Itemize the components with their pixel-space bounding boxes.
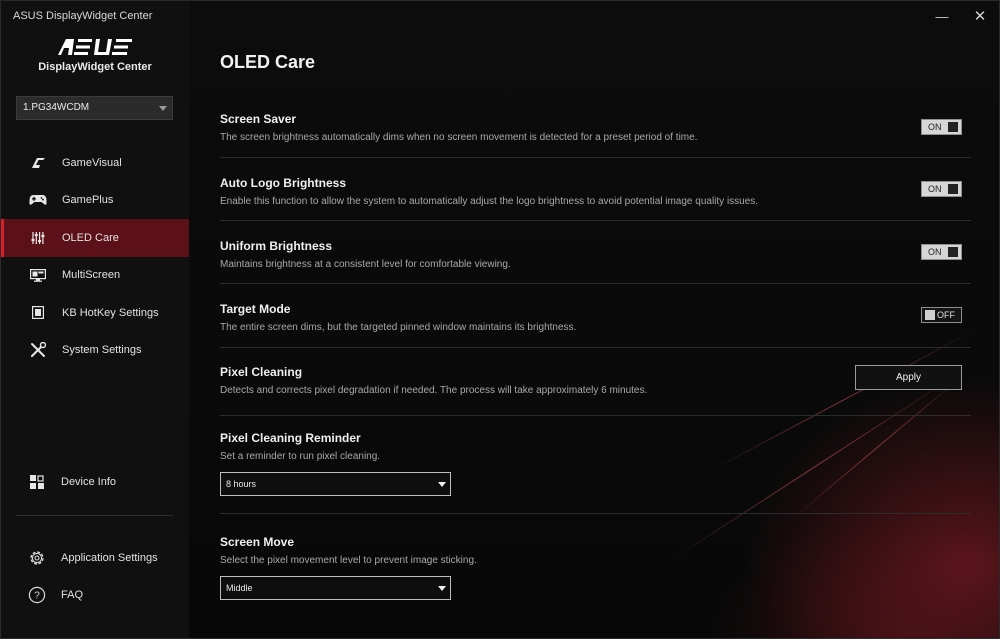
sidebar: DisplayWidget Center 1.PG34WCDM GameVisu… — [1, 1, 189, 638]
screen-saver-row: Screen Saver The screen brightness autom… — [220, 112, 971, 143]
pixel-cleaning-apply-button[interactable]: Apply — [855, 365, 962, 390]
uniform-brightness-label: Uniform Brightness — [220, 239, 333, 253]
screen-move-label: Screen Move — [220, 535, 295, 549]
sidebar-item-faq[interactable]: ? FAQ — [1, 577, 189, 613]
toggle-knob — [948, 122, 958, 132]
toggle-state: ON — [928, 184, 942, 194]
target-mode-label: Target Mode — [220, 302, 291, 316]
device-info-icon — [27, 473, 47, 491]
screen-saver-label: Screen Saver — [220, 112, 297, 126]
window-title: ASUS DisplayWidget Center — [13, 10, 153, 22]
sidebar-footer: Application Settings ? FAQ — [1, 540, 189, 613]
sidebar-item-label: GamePlus — [62, 194, 114, 207]
select-value: Middle — [226, 583, 253, 593]
sidebar-item-label: Device Info — [61, 476, 117, 488]
sidebar-item-label: OLED Care — [62, 231, 119, 244]
target-mode-row: Target Mode The entire screen dims, but … — [220, 302, 971, 333]
question-icon: ? — [27, 586, 47, 604]
window-controls: — ✕ — [923, 1, 999, 31]
sidebar-item-multiscreen[interactable]: MultiScreen — [1, 257, 189, 295]
brand-logo: DisplayWidget Center — [1, 39, 189, 73]
sidebar-item-device-info[interactable]: Device Info — [1, 464, 189, 500]
chevron-down-icon — [438, 482, 446, 487]
select-value: 8 hours — [226, 479, 257, 489]
gamepad-icon — [28, 192, 48, 208]
sidebar-item-kb-hotkey-settings[interactable]: KB HotKey Settings — [1, 294, 189, 332]
multiscreen-icon — [28, 267, 48, 283]
sidebar-item-label: Application Settings — [61, 552, 158, 564]
sidebar-divider — [16, 515, 173, 516]
pixel-cleaning-reminder-select[interactable]: 8 hours — [220, 472, 451, 496]
sidebar-item-label: FAQ — [61, 589, 84, 601]
toggle-knob — [925, 310, 935, 320]
row-divider — [220, 415, 971, 416]
row-divider — [220, 157, 971, 158]
auto-logo-brightness-label: Auto Logo Brightness — [220, 176, 346, 190]
chevron-down-icon — [159, 106, 167, 111]
pixel-cleaning-row: Pixel Cleaning Detects and corrects pixe… — [220, 365, 971, 396]
sidebar-nav: GameVisual GamePlus OLED Care MultiScree… — [1, 144, 189, 369]
sidebar-item-label: System Settings — [62, 344, 142, 357]
sidebar-item-label: GameVisual — [62, 156, 122, 169]
uniform-brightness-desc: Maintains brightness at a consistent lev… — [220, 259, 511, 270]
gamevisual-icon — [28, 155, 48, 171]
gear-icon — [27, 549, 47, 567]
toggle-knob — [948, 184, 958, 194]
sidebar-item-gameplus[interactable]: GamePlus — [1, 182, 189, 220]
page-title: OLED Care — [220, 52, 316, 72]
sliders-icon — [28, 230, 48, 246]
monitor-select-value: 1.PG34WCDM — [23, 102, 90, 113]
row-divider — [220, 220, 971, 221]
screen-move-row: Screen Move Select the pixel movement le… — [220, 535, 971, 566]
sidebar-item-system-settings[interactable]: System Settings — [1, 332, 189, 370]
pixel-cleaning-reminder-row: Pixel Cleaning Reminder Set a reminder t… — [220, 431, 971, 462]
sidebar-item-oled-care[interactable]: OLED Care — [1, 219, 189, 257]
sidebar-item-application-settings[interactable]: Application Settings — [1, 540, 189, 576]
uniform-brightness-toggle[interactable]: ON — [921, 244, 962, 260]
auto-logo-brightness-toggle[interactable]: ON — [921, 181, 962, 197]
toggle-state: ON — [928, 247, 942, 257]
toggle-knob — [948, 247, 958, 257]
screen-move-desc: Select the pixel movement level to preve… — [220, 555, 477, 566]
sidebar-item-label: KB HotKey Settings — [62, 306, 159, 319]
title-bar: ASUS DisplayWidget Center — ✕ — [1, 1, 999, 31]
target-mode-toggle[interactable]: OFF — [921, 307, 962, 323]
app-window: DisplayWidget Center 1.PG34WCDM GameVisu… — [0, 0, 1000, 639]
device-info-section: Device Info — [1, 464, 189, 500]
close-icon[interactable]: ✕ — [961, 1, 999, 31]
row-divider — [220, 513, 971, 514]
sidebar-item-gamevisual[interactable]: GameVisual — [1, 144, 189, 182]
screen-move-select[interactable]: Middle — [220, 576, 451, 600]
keyboard-hotkey-icon — [28, 305, 48, 321]
uniform-brightness-row: Uniform Brightness Maintains brightness … — [220, 239, 971, 270]
brand-subtitle: DisplayWidget Center — [38, 61, 152, 73]
main-content: OLED Care Screen Saver The screen bright… — [189, 1, 999, 638]
auto-logo-brightness-row: Auto Logo Brightness Enable this functio… — [220, 176, 971, 207]
wrench-screwdriver-icon — [28, 342, 48, 358]
svg-text:?: ? — [34, 591, 40, 602]
monitor-select[interactable]: 1.PG34WCDM — [16, 96, 173, 120]
toggle-state: OFF — [937, 310, 955, 320]
sidebar-item-label: MultiScreen — [62, 269, 121, 282]
row-divider — [220, 347, 971, 348]
chevron-down-icon — [438, 586, 446, 591]
screen-saver-toggle[interactable]: ON — [921, 119, 962, 135]
pixel-cleaning-reminder-desc: Set a reminder to run pixel cleaning. — [220, 451, 381, 462]
row-divider — [220, 283, 971, 284]
auto-logo-brightness-desc: Enable this function to allow the system… — [220, 196, 759, 207]
asus-logo-icon — [58, 39, 132, 55]
minimize-icon[interactable]: — — [923, 1, 961, 31]
target-mode-desc: The entire screen dims, but the targeted… — [220, 322, 577, 333]
screen-saver-desc: The screen brightness automatically dims… — [220, 132, 698, 143]
toggle-state: ON — [928, 122, 942, 132]
pixel-cleaning-reminder-label: Pixel Cleaning Reminder — [220, 431, 361, 445]
